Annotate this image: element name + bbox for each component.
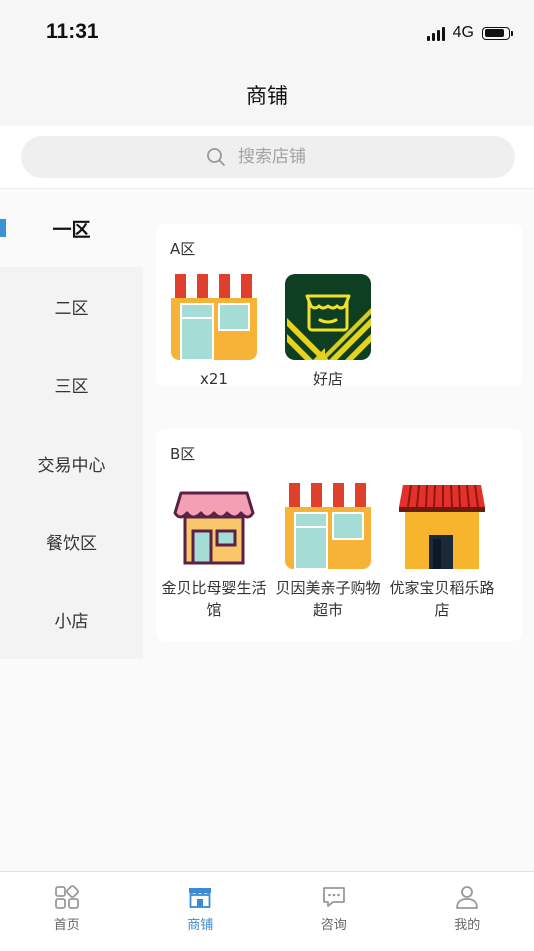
- network-type: 4G: [453, 24, 474, 42]
- search-input[interactable]: [236, 146, 330, 168]
- sidebar-item-label: 三区: [55, 372, 89, 397]
- shop-grid: 金贝比母婴生活馆 贝因美亲子购物超市: [156, 465, 522, 621]
- shop-name: 好店: [272, 368, 384, 390]
- shop-name: x21: [158, 368, 270, 390]
- zone-title: A区: [156, 238, 522, 260]
- shop-item[interactable]: 好店: [272, 274, 384, 390]
- shop-list: A区 x21: [156, 224, 522, 402]
- zone-sidebar: 一区 二区 三区 交易中心 餐饮区 小店: [0, 189, 143, 659]
- tab-profile[interactable]: 我的: [401, 872, 534, 951]
- tab-consult[interactable]: 咨询: [267, 872, 401, 951]
- sidebar-item-label: 餐饮区: [46, 529, 97, 554]
- user-icon: [454, 884, 480, 910]
- sidebar-item-trade-center[interactable]: 交易中心: [0, 424, 143, 502]
- tab-bar: 首页 商铺 咨询 我的: [0, 871, 534, 951]
- store-icon: [187, 884, 213, 910]
- tab-shops[interactable]: 商铺: [134, 872, 268, 951]
- zone-title: B区: [156, 443, 522, 465]
- search-area: [0, 126, 534, 189]
- status-bar: 11:31 4G: [0, 0, 534, 64]
- shop-awning-icon: [171, 274, 257, 360]
- shop-item[interactable]: 贝因美亲子购物超市: [272, 483, 384, 621]
- shop-item[interactable]: 优家宝贝稻乐路店: [386, 483, 498, 621]
- tab-label: 我的: [454, 914, 480, 933]
- signal-icon: [427, 25, 445, 41]
- tab-label: 商铺: [187, 914, 213, 933]
- tab-home[interactable]: 首页: [0, 872, 134, 951]
- battery-icon: [482, 27, 510, 40]
- status-indicators: 4G: [427, 24, 510, 42]
- zone-card-b: B区 金贝比母婴生活馆: [156, 429, 522, 641]
- shop-awning-icon: [285, 483, 371, 569]
- shop-name: 优家宝贝稻乐路店: [386, 577, 498, 621]
- sidebar-item-label: 一区: [52, 215, 90, 242]
- search-icon: [206, 147, 226, 167]
- zone-card-a: A区 x21: [156, 224, 522, 386]
- shop-name: 贝因美亲子购物超市: [272, 577, 384, 621]
- sidebar-item-label: 小店: [55, 607, 89, 632]
- status-time: 11:31: [46, 20, 99, 44]
- pink-shop-icon: [171, 483, 257, 569]
- green-shop-icon: [285, 274, 371, 360]
- sidebar-item-small-shops[interactable]: 小店: [0, 580, 143, 658]
- shop-item[interactable]: 金贝比母婴生活馆: [158, 483, 270, 621]
- sidebar-item-label: 交易中心: [38, 451, 106, 476]
- sidebar-item-dining[interactable]: 餐饮区: [0, 502, 143, 580]
- search-box[interactable]: [21, 136, 515, 178]
- home-grid-icon: [54, 884, 80, 910]
- nav-bar: 商铺: [0, 64, 534, 126]
- shop-grid: x21 好店: [156, 260, 522, 390]
- sidebar-item-zone-3[interactable]: 三区: [0, 346, 143, 424]
- page-title: 商铺: [0, 80, 534, 110]
- red-roof-shop-icon: [399, 483, 485, 569]
- sidebar-item-zone-2[interactable]: 二区: [0, 267, 143, 345]
- tab-label: 首页: [54, 914, 80, 933]
- chat-icon: [321, 884, 347, 910]
- shop-item[interactable]: x21: [158, 274, 270, 390]
- tab-label: 咨询: [321, 914, 347, 933]
- sidebar-item-label: 二区: [55, 294, 89, 319]
- shop-name: 金贝比母婴生活馆: [158, 577, 270, 621]
- sidebar-item-zone-1[interactable]: 一区: [0, 189, 143, 267]
